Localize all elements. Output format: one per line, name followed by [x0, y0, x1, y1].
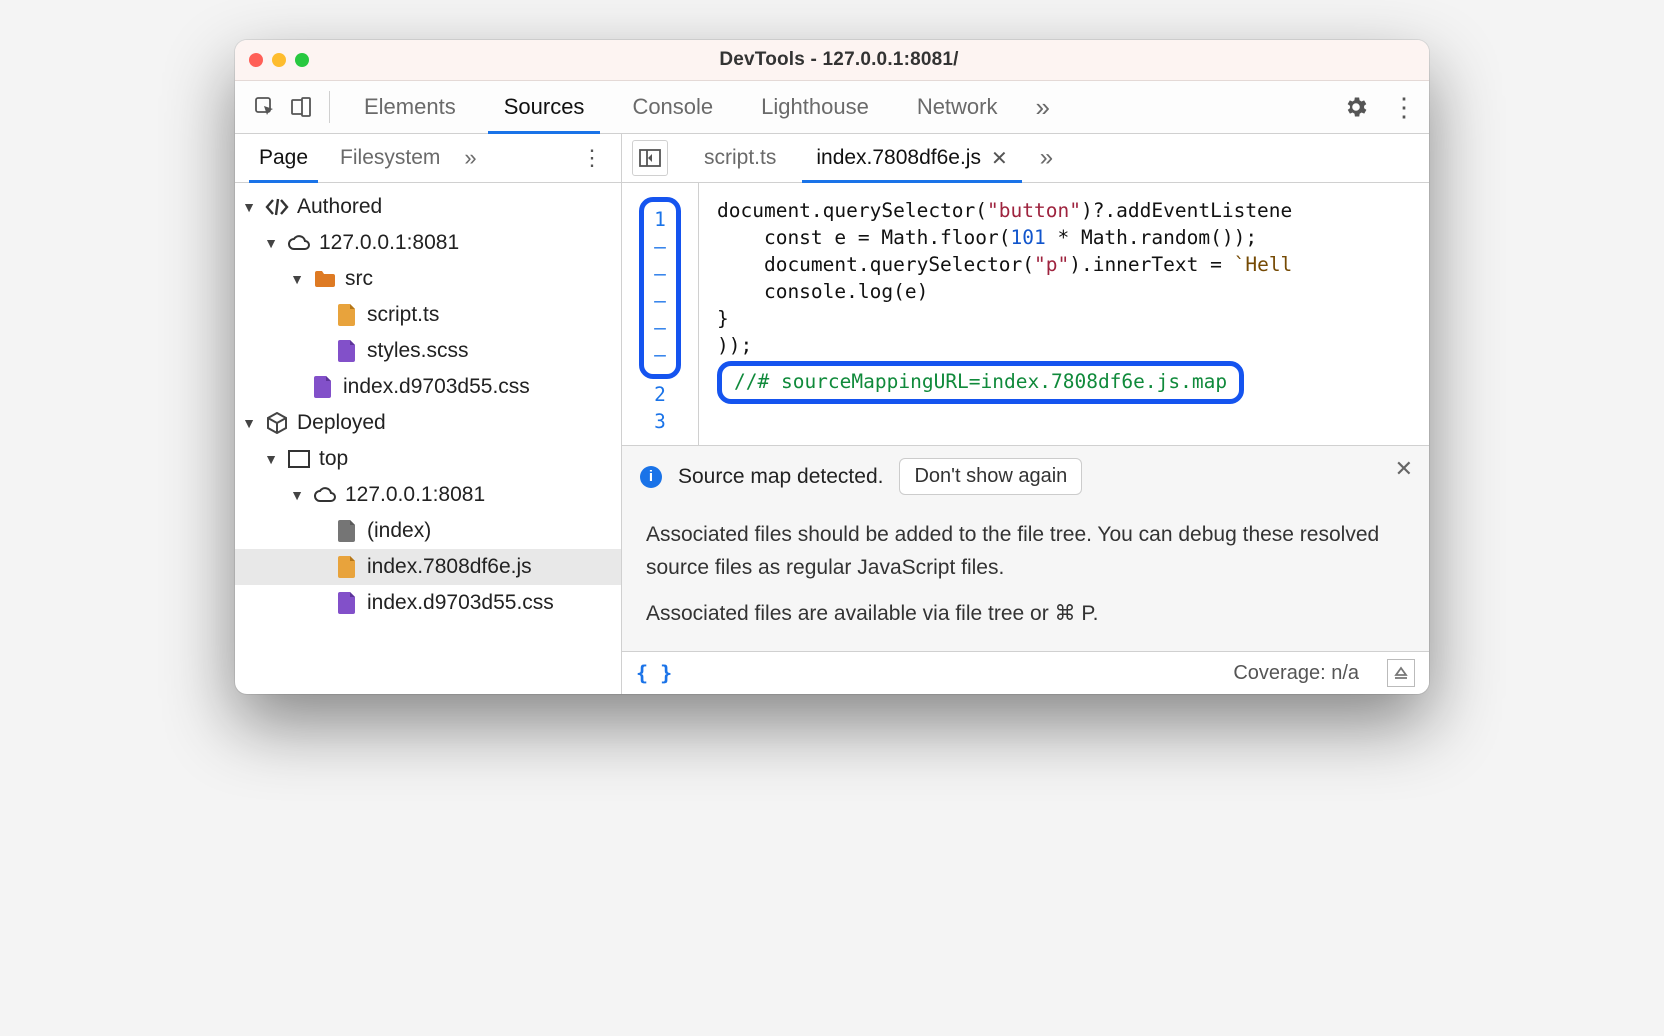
close-window-button[interactable] — [249, 53, 263, 67]
tree-file-index-css[interactable]: index.d9703d55.css — [235, 585, 621, 621]
sourcemap-info-bar: i Source map detected. Don't show again … — [622, 445, 1429, 507]
nav-kebab-menu-icon[interactable]: ⋮ — [571, 145, 613, 171]
js-file-icon — [335, 555, 359, 579]
tree-group-authored[interactable]: ▼ Authored — [235, 189, 621, 225]
cloud-icon — [313, 483, 337, 507]
editor-pane: script.ts index.7808df6e.js ✕ » 1 – – – … — [622, 134, 1429, 694]
nav-tabs-overflow-icon[interactable]: » — [456, 145, 484, 171]
tree-host-authored[interactable]: ▼ 127.0.0.1:8081 — [235, 225, 621, 261]
sourcemap-highlight-box: //# sourceMappingURL=index.7808df6e.js.m… — [717, 361, 1244, 404]
coverage-label: Coverage: n/a — [1233, 662, 1359, 685]
gutter-highlight-box: 1 – – – – – — [639, 197, 681, 379]
nav-tab-filesystem[interactable]: Filesystem — [324, 134, 456, 182]
tab-network[interactable]: Network — [893, 81, 1022, 133]
code-icon — [265, 195, 289, 219]
tree-file-index-html[interactable]: (index) — [235, 513, 621, 549]
tree-frame-top[interactable]: ▼ top — [235, 441, 621, 477]
tree-file-styles-scss[interactable]: styles.scss — [235, 333, 621, 369]
code-editor[interactable]: 1 – – – – – 2 3 document.querySelector("… — [622, 183, 1429, 445]
tree-group-deployed[interactable]: ▼ Deployed — [235, 405, 621, 441]
navigator-tabs: Page Filesystem » ⋮ — [235, 134, 621, 183]
minimize-window-button[interactable] — [272, 53, 286, 67]
info-icon: i — [640, 466, 662, 488]
package-icon — [265, 411, 289, 435]
inspect-element-icon[interactable] — [247, 89, 283, 125]
cloud-icon — [287, 231, 311, 255]
window-title: DevTools - 127.0.0.1:8081/ — [331, 49, 1347, 71]
css-file-icon — [335, 339, 359, 363]
navigator-pane: Page Filesystem » ⋮ ▼ Authored ▼ 127.0.0… — [235, 134, 622, 694]
device-toolbar-icon[interactable] — [283, 89, 319, 125]
code-content[interactable]: document.querySelector("button")?.addEve… — [699, 183, 1429, 445]
devtools-window: DevTools - 127.0.0.1:8081/ Elements Sour… — [235, 40, 1429, 694]
tree-file-script-ts[interactable]: script.ts — [235, 297, 621, 333]
folder-icon — [313, 267, 337, 291]
close-info-icon[interactable]: ✕ — [1395, 456, 1413, 482]
editor-status-bar: { } Coverage: n/a — [622, 652, 1429, 694]
kebab-menu-icon[interactable]: ⋮ — [1391, 101, 1417, 114]
tree-file-authored-root-css[interactable]: index.d9703d55.css — [235, 369, 621, 405]
file-tabs: script.ts index.7808df6e.js ✕ » — [622, 134, 1429, 183]
tab-console[interactable]: Console — [608, 81, 737, 133]
css-file-icon — [311, 375, 335, 399]
file-tab-script-ts[interactable]: script.ts — [684, 134, 796, 182]
tab-sources[interactable]: Sources — [480, 81, 609, 133]
dont-show-again-button[interactable]: Don't show again — [899, 458, 1082, 495]
js-file-icon — [335, 303, 359, 327]
show-drawer-icon[interactable] — [1387, 659, 1415, 687]
toggle-navigator-icon[interactable] — [632, 140, 668, 176]
frame-icon — [287, 447, 311, 471]
titlebar: DevTools - 127.0.0.1:8081/ — [235, 40, 1429, 81]
traffic-lights — [249, 53, 309, 67]
nav-tab-page[interactable]: Page — [243, 134, 324, 182]
tree-host-deployed[interactable]: ▼ 127.0.0.1:8081 — [235, 477, 621, 513]
document-file-icon — [335, 519, 359, 543]
tree-file-index-js[interactable]: index.7808df6e.js — [235, 549, 621, 585]
tree-folder-src[interactable]: ▼ src — [235, 261, 621, 297]
close-tab-icon[interactable]: ✕ — [991, 146, 1008, 171]
zoom-window-button[interactable] — [295, 53, 309, 67]
css-file-icon — [335, 591, 359, 615]
sourcemap-explanation: Associated files should be added to the … — [622, 507, 1429, 652]
tab-lighthouse[interactable]: Lighthouse — [737, 81, 893, 133]
file-tabs-overflow-icon[interactable]: » — [1028, 134, 1065, 182]
panel-tabs: Elements Sources Console Lighthouse Netw… — [235, 81, 1429, 134]
pretty-print-icon[interactable]: { } — [636, 661, 672, 685]
file-tree: ▼ Authored ▼ 127.0.0.1:8081 ▼ src script… — [235, 183, 621, 694]
info-message: Source map detected. — [678, 465, 883, 489]
settings-icon[interactable] — [1343, 94, 1369, 120]
code-gutter[interactable]: 1 – – – – – 2 3 — [622, 183, 699, 445]
tab-elements[interactable]: Elements — [340, 81, 480, 133]
panel-tabs-overflow-icon[interactable]: » — [1022, 92, 1064, 123]
file-tab-index-js[interactable]: index.7808df6e.js ✕ — [796, 134, 1027, 182]
